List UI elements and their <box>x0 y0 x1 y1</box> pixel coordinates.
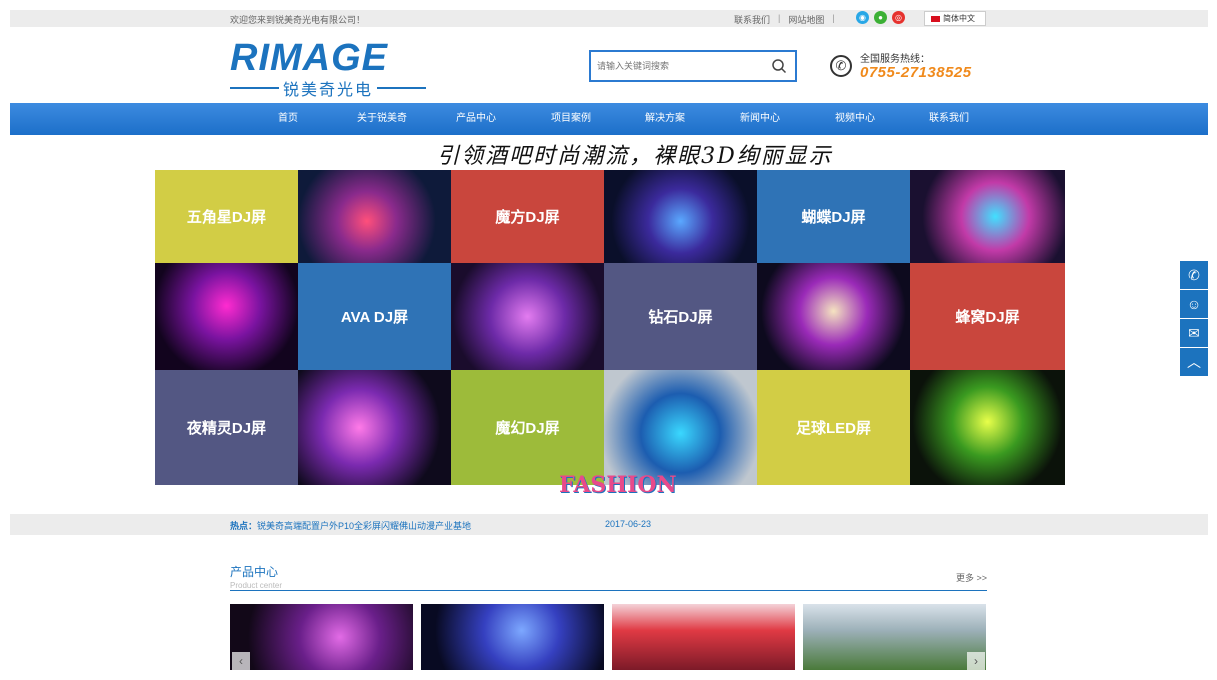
carousel-prev-button[interactable]: ‹ <box>232 652 250 670</box>
phone-float-icon[interactable]: ✆ <box>1180 261 1208 289</box>
welcome-text: 欢迎您来到锐美奇光电有限公司！ <box>230 15 366 25</box>
ticker-label: 热点： <box>230 521 258 531</box>
page: 欢迎您来到锐美奇光电有限公司！ 联系我们 | 网站地图 | ◉ ● ◎ 简体中文… <box>0 0 1217 680</box>
nav-home[interactable]: 首页 <box>256 103 320 135</box>
tile-cube: 魔方DJ屏 <box>451 170 604 263</box>
separator: | <box>778 13 781 23</box>
hotline-number: 0755-27138525 <box>860 64 972 81</box>
carousel-next-button[interactable]: › <box>967 652 985 670</box>
tile-photo <box>757 263 910 370</box>
nav-solutions[interactable]: 解决方案 <box>634 103 696 135</box>
qq-icon[interactable]: ◉ <box>856 11 869 24</box>
qq-float-icon[interactable]: ☺ <box>1180 290 1208 318</box>
search-input[interactable] <box>597 59 757 73</box>
tile-ava: AVA DJ屏 <box>298 263 451 370</box>
ticker-headline[interactable]: 锐美奇高端配置户外P10全彩屏闪耀佛山动漫产业基地 <box>257 521 471 531</box>
product-thumb[interactable] <box>421 604 604 670</box>
china-flag-icon <box>931 15 940 22</box>
hotline: ✆ 全国服务热线： 0755-27138525 <box>830 50 1000 86</box>
banner-tile-grid: 五角星DJ屏 魔方DJ屏 蝴蝶DJ屏 AVA DJ屏 钻石DJ屏 蜂窝DJ屏 夜… <box>155 160 1065 485</box>
logo-wordmark: RIMAGE <box>230 37 388 79</box>
tile-photo <box>451 263 604 370</box>
nav-products[interactable]: 产品中心 <box>444 103 508 135</box>
nav-cases[interactable]: 项目案例 <box>508 103 634 135</box>
product-section-title: 产品中心 Product center <box>230 563 282 590</box>
product-thumb[interactable] <box>230 604 413 670</box>
product-thumb[interactable] <box>612 604 795 670</box>
wechat-float-icon[interactable]: ✉ <box>1180 319 1208 347</box>
social-icons: ◉ ● ◎ <box>856 11 905 24</box>
tile-butterfly: 蝴蝶DJ屏 <box>757 170 910 263</box>
main-nav: 首页 关于锐美奇 产品中心 项目案例 解决方案 新闻中心 视频中心 联系我们 <box>10 103 1208 135</box>
logo[interactable]: RIMAGE 锐美奇光电 <box>230 37 427 99</box>
language-label: 简体中文 <box>943 14 975 23</box>
tile-photo <box>298 370 451 485</box>
news-ticker: 热点：锐美奇高端配置户外P10全彩屏闪耀佛山动漫产业基地 2017-06-23 <box>10 514 1208 535</box>
top-links: 联系我们 | 网站地图 | <box>734 13 835 26</box>
tile-photo <box>604 170 757 263</box>
banner[interactable]: 引领酒吧时尚潮流，裸眼3D绚丽显示 五角星DJ屏 魔方DJ屏 蝴蝶DJ屏 AVA… <box>155 138 1065 513</box>
wechat-icon[interactable]: ● <box>874 11 887 24</box>
more-link[interactable]: 更多 >> <box>956 571 987 584</box>
tile-night-elf: 夜精灵DJ屏 <box>155 370 298 485</box>
hotline-label: 全国服务热线： <box>860 54 930 65</box>
nav-news[interactable]: 新闻中心 <box>696 103 824 135</box>
tile-photo <box>155 263 298 370</box>
fashion-text: FASHION <box>559 472 677 498</box>
phone-icon: ✆ <box>830 55 852 77</box>
tile-photo <box>910 370 1065 485</box>
nav-contact[interactable]: 联系我们 <box>886 103 1012 135</box>
tile-honeycomb: 蜂窝DJ屏 <box>910 263 1065 370</box>
section-title-cn: 产品中心 <box>230 565 279 579</box>
fashion-graphic: FASHION <box>525 450 705 512</box>
search-icon[interactable] <box>771 58 787 74</box>
tile-photo <box>910 170 1065 263</box>
contact-link[interactable]: 联系我们 <box>734 13 770 26</box>
section-title-en: Product center <box>230 581 283 590</box>
weibo-icon[interactable]: ◎ <box>892 11 905 24</box>
tile-pentagram: 五角星DJ屏 <box>155 170 298 263</box>
tile-football: 足球LED屏 <box>757 370 910 485</box>
nav-videos[interactable]: 视频中心 <box>824 103 886 135</box>
tile-diamond: 钻石DJ屏 <box>604 263 757 370</box>
top-bar: 欢迎您来到锐美奇光电有限公司！ 联系我们 | 网站地图 | ◉ ● ◎ 简体中文 <box>10 10 1208 27</box>
product-thumb[interactable] <box>803 604 986 670</box>
separator: | <box>832 13 835 23</box>
tile-photo <box>298 170 451 263</box>
language-select[interactable]: 简体中文 <box>924 11 986 26</box>
back-to-top-icon[interactable]: ︿ <box>1180 348 1208 376</box>
search-box <box>589 50 797 82</box>
section-divider <box>230 590 987 591</box>
logo-chinese: 锐美奇光电 <box>283 82 374 99</box>
floating-contact-bar: ✆ ☺ ✉ ︿ <box>1180 261 1208 377</box>
nav-about[interactable]: 关于锐美奇 <box>320 103 444 135</box>
sitemap-link[interactable]: 网站地图 <box>788 13 824 26</box>
ticker-date: 2017-06-23 <box>605 519 652 529</box>
